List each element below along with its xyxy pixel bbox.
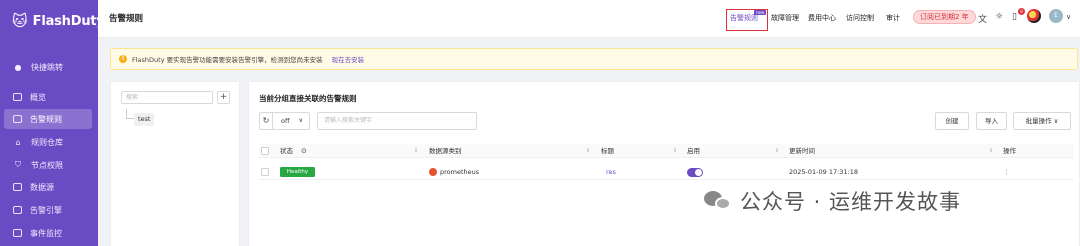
sort-icon[interactable]: ⇕ xyxy=(989,144,993,158)
refresh-icon: ↻ xyxy=(262,116,270,125)
table-header: 状态 ⊙ ⇕ 数据源类别 ⇕ 标题 ⇕ 启用 ⇕ 更新时间 ⇕ 操作 xyxy=(259,144,1074,158)
datasource-cell: prometheus xyxy=(440,168,480,176)
warning-icon: ! xyxy=(119,55,127,63)
tree-search-input[interactable]: 搜索 xyxy=(121,91,213,104)
install-link[interactable]: 现在去安装 xyxy=(332,54,365,64)
sidebar-item-alert-rules[interactable]: 告警规则 xyxy=(4,109,92,129)
table-row[interactable]: Healthy prometheus res 2025-01-09 17:31:… xyxy=(259,164,1074,180)
theme-sun-icon[interactable]: ☼ xyxy=(995,12,1003,22)
group-tree-panel: 搜索 + test xyxy=(110,81,240,246)
select-all-checkbox[interactable] xyxy=(261,147,269,155)
chevron-down-icon: ∨ xyxy=(298,117,303,124)
status-badge: Healthy xyxy=(280,167,315,177)
column-title[interactable]: 标题 xyxy=(601,144,614,158)
user-avatar[interactable]: E xyxy=(1049,9,1063,23)
tree-connector xyxy=(126,109,134,119)
refresh-interval-select[interactable]: off ∨ xyxy=(272,112,310,130)
top-nav-audit[interactable]: 审计 xyxy=(886,13,900,23)
chevron-down-icon: ∨ xyxy=(1053,117,1059,125)
batch-actions-button[interactable]: 批量操作 ∨ xyxy=(1013,112,1071,130)
column-enabled[interactable]: 启用 xyxy=(687,144,700,158)
sidebar-item-datasource[interactable]: 数据源 xyxy=(4,177,92,197)
sidebar-item-quick-jump[interactable]: ● 快捷跳转 xyxy=(4,57,92,77)
top-nav-access-control[interactable]: 访问控制 xyxy=(846,13,874,23)
refresh-interval-value: off xyxy=(281,117,290,125)
watermark: 公众号 · 运维开发故事 xyxy=(704,186,961,216)
cat-face-icon: 🐱 xyxy=(12,11,28,30)
sort-icon[interactable]: ⇕ xyxy=(414,144,418,158)
sidebar: 🐱 FlashDuty ● 快捷跳转 概览 告警规则 ⌂ 规则仓库 ⛉ 节点权限… xyxy=(0,0,105,246)
help-icon[interactable]: ⊙ xyxy=(301,144,307,158)
top-nav-billing[interactable]: 费用中心 xyxy=(808,13,836,23)
add-group-button[interactable]: + xyxy=(217,91,230,104)
rules-icon xyxy=(13,115,22,123)
sidebar-item-overview[interactable]: 概览 xyxy=(4,87,92,107)
keyword-search-input[interactable]: 请输入搜索关键字 xyxy=(317,112,477,130)
sidebar-item-event-monitor[interactable]: 事件监控 xyxy=(4,223,92,243)
section-title: 当前分组直接关联的告警规则 xyxy=(259,94,357,103)
updated-time-cell: 2025-01-09 17:31:18 xyxy=(789,168,859,176)
rules-panel: 当前分组直接关联的告警规则 ↻ off ∨ 请输入搜索关键字 创建 导入 批量操… xyxy=(248,81,1080,246)
sidebar-item-label: 节点权限 xyxy=(31,160,63,170)
column-datasource[interactable]: 数据源类别 xyxy=(429,144,462,158)
notice-text: FlashDuty 要实现告警功能需要安装告警引擎，检测到您尚未安装 xyxy=(132,56,323,64)
new-badge: new xyxy=(754,10,767,15)
batch-actions-label: 批量操作 xyxy=(1025,117,1052,125)
sidebar-item-alert-engine[interactable]: 告警引擎 xyxy=(4,200,92,220)
install-notice: ! FlashDuty 要实现告警功能需要安装告警引擎，检测到您尚未安装 现在去… xyxy=(110,48,1078,70)
column-updated[interactable]: 更新时间 xyxy=(789,144,815,158)
translate-icon[interactable]: 文 xyxy=(978,12,987,25)
subscription-badge[interactable]: 订阅已到期2 年 xyxy=(913,10,976,24)
row-checkbox[interactable] xyxy=(261,168,269,176)
sidebar-item-label: 事件监控 xyxy=(30,228,62,238)
sidebar-item-label: 规则仓库 xyxy=(31,137,63,147)
sidebar-item-label: 告警引擎 xyxy=(30,205,62,215)
chevron-down-icon[interactable]: ∨ xyxy=(1066,13,1071,21)
title-link[interactable]: res xyxy=(606,164,616,180)
sort-icon[interactable]: ⇕ xyxy=(775,144,779,158)
prometheus-icon xyxy=(429,168,437,176)
org-avatar-icon[interactable] xyxy=(1027,9,1041,23)
sidebar-item-rule-repo[interactable]: ⌂ 规则仓库 xyxy=(4,132,92,152)
top-nav-incidents[interactable]: 故障管理 xyxy=(771,13,799,23)
notification-count-badge: 8 xyxy=(1018,8,1025,15)
engine-icon xyxy=(13,206,22,214)
app-logo[interactable]: 🐱 FlashDuty xyxy=(0,0,105,42)
top-header: 告警规则 告警规则 new 故障管理 费用中心 访问控制 审计 订阅已到期2 年… xyxy=(98,0,1080,38)
page-title: 告警规则 xyxy=(109,14,144,24)
bell-icon[interactable]: ▯ xyxy=(1012,12,1017,22)
more-actions-icon[interactable]: ⋮ xyxy=(1003,164,1010,180)
create-button[interactable]: 创建 xyxy=(935,112,969,130)
enabled-toggle[interactable] xyxy=(687,168,703,177)
column-actions: 操作 xyxy=(1003,147,1016,155)
import-button[interactable]: 导入 xyxy=(976,112,1007,130)
refresh-button[interactable]: ↻ xyxy=(259,112,272,130)
dashboard-icon xyxy=(13,93,22,101)
app-name: FlashDuty xyxy=(32,13,105,29)
sort-icon[interactable]: ⇕ xyxy=(673,144,677,158)
monitor-icon xyxy=(13,229,22,237)
sidebar-item-label: 数据源 xyxy=(30,182,54,192)
sidebar-item-node-permissions[interactable]: ⛉ 节点权限 xyxy=(4,155,92,175)
column-status[interactable]: 状态 xyxy=(280,144,293,158)
wechat-icon xyxy=(704,189,732,213)
database-icon xyxy=(13,183,22,191)
shield-icon: ⛉ xyxy=(15,160,21,169)
tree-node-test[interactable]: test xyxy=(134,113,155,126)
search-icon: ● xyxy=(14,62,22,72)
sidebar-item-label: 告警规则 xyxy=(30,114,62,124)
sidebar-item-label: 概览 xyxy=(30,92,46,102)
sort-icon[interactable]: ⇕ xyxy=(586,144,590,158)
sidebar-item-label: 快捷跳转 xyxy=(31,62,63,72)
warehouse-icon: ⌂ xyxy=(15,137,21,147)
watermark-text: 公众号 · 运维开发故事 xyxy=(740,190,962,214)
